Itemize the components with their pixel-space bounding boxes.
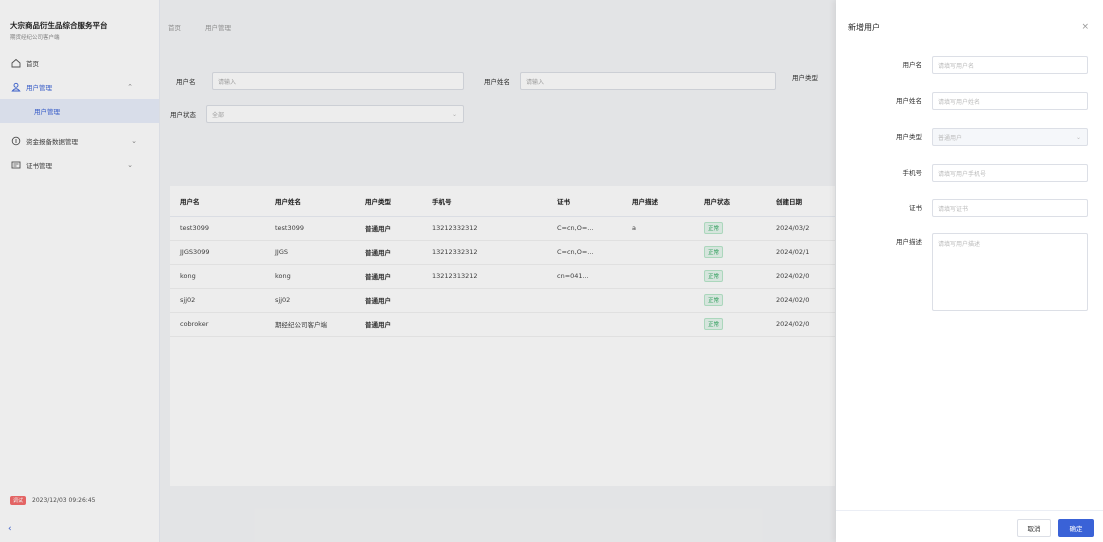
confirm-button[interactable]: 确定 xyxy=(1058,519,1094,537)
drawer-footer: 取消 确定 xyxy=(836,510,1103,542)
realname-form-row: 用户姓名 请填写用户姓名 xyxy=(848,92,1093,110)
phone-input[interactable]: 请填写用户手机号 xyxy=(932,164,1088,182)
realname-label: 用户姓名 xyxy=(896,97,922,105)
close-icon[interactable]: × xyxy=(1081,22,1089,32)
username-input[interactable]: 请填写用户名 xyxy=(932,56,1088,74)
cert-label: 证书 xyxy=(909,204,922,212)
phone-form-row: 手机号 请填写用户手机号 xyxy=(848,164,1093,182)
desc-label: 用户描述 xyxy=(896,238,922,246)
add-user-drawer: 新增用户 × 用户名 请填写用户名 用户姓名 请填写用户姓名 用户类型 普通用户… xyxy=(836,0,1103,542)
desc-form-row: 用户描述 请填写用户描述 xyxy=(848,233,1093,311)
type-form-row: 用户类型 普通用户 ⌄ xyxy=(848,128,1093,146)
username-form-row: 用户名 请填写用户名 xyxy=(848,56,1093,74)
realname-input[interactable]: 请填写用户姓名 xyxy=(932,92,1088,110)
type-label: 用户类型 xyxy=(896,133,922,141)
type-select-value: 普通用户 xyxy=(938,134,963,142)
desc-textarea[interactable]: 请填写用户描述 xyxy=(932,233,1088,311)
cert-input[interactable]: 请填写证书 xyxy=(932,199,1088,217)
drawer-title: 新增用户 xyxy=(848,23,880,32)
username-label: 用户名 xyxy=(902,61,923,69)
modal-overlay[interactable] xyxy=(0,0,836,542)
phone-label: 手机号 xyxy=(902,169,923,177)
type-select[interactable]: 普通用户 ⌄ xyxy=(932,128,1088,146)
chevron-down-icon: ⌄ xyxy=(1075,133,1081,141)
cancel-button[interactable]: 取消 xyxy=(1017,519,1051,537)
cert-form-row: 证书 请填写证书 xyxy=(848,199,1093,217)
